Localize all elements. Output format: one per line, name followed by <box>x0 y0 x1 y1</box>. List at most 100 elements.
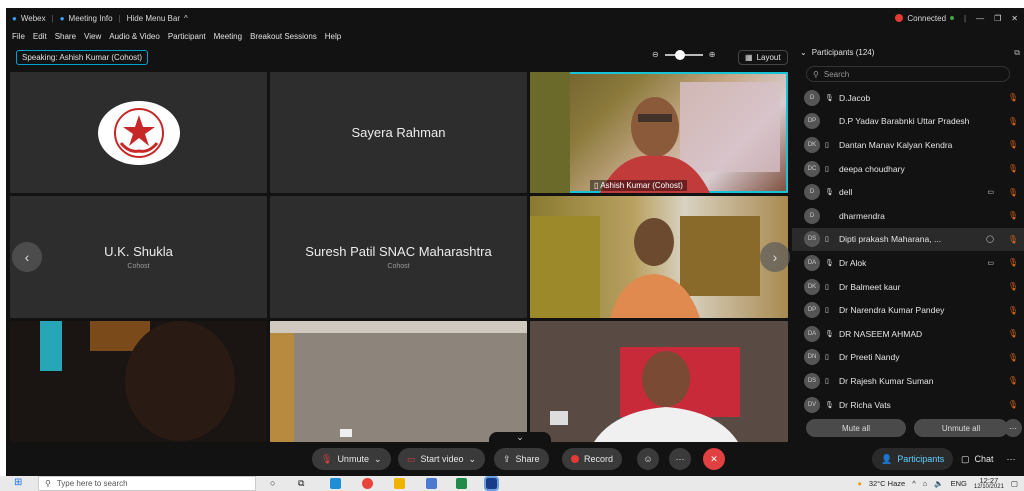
menu-meeting[interactable]: Meeting <box>214 32 242 41</box>
store-icon[interactable] <box>426 478 437 489</box>
chrome-icon[interactable] <box>362 478 373 489</box>
unmute-button[interactable]: 🎙 Unmute ⌄ <box>312 448 391 470</box>
edge-browser-icon[interactable] <box>330 478 341 489</box>
participant-row[interactable]: DS ▯ Dr Rajesh Kumar Suman 🎙 <box>792 369 1024 393</box>
menu-view[interactable]: View <box>84 32 101 41</box>
chat-button[interactable]: ▢ Chat <box>952 448 1003 470</box>
organization-logo <box>97 100 180 165</box>
hide-menu-bar-button[interactable]: Hide Menu Bar ^ <box>127 14 188 23</box>
video-feed <box>550 347 740 442</box>
share-icon: ⇪ <box>503 453 511 464</box>
participant-search-input[interactable]: ⚲ Search <box>806 66 1010 82</box>
zoom-out-icon[interactable]: ⊖ <box>652 50 659 59</box>
zoom-control[interactable]: ⊖ ⊕ <box>652 49 716 60</box>
participant-row[interactable]: DA 🎙 Dr Alok ▭ 🎙 <box>792 251 1024 275</box>
video-tile-sayera-rahman[interactable]: Sayera Rahman <box>270 72 527 193</box>
avatar: DN <box>804 349 820 366</box>
video-tile-participant-7[interactable] <box>10 321 267 442</box>
share-button[interactable]: ⇪ Share <box>494 448 549 470</box>
webex-app-menu[interactable]: ● Webex <box>12 14 46 23</box>
weather-text[interactable]: 32°C Haze <box>869 479 905 488</box>
menu-bar: File Edit Share View Audio & Video Parti… <box>6 28 1024 44</box>
menu-edit[interactable]: Edit <box>33 32 47 41</box>
clock[interactable]: 12:27 12/10/2021 <box>974 476 1004 491</box>
reactions-button[interactable]: ☺ <box>637 448 659 470</box>
participant-row[interactable]: DK ▯ Dr Balmeet kaur 🎙 <box>792 275 1024 299</box>
panel-more-button[interactable]: ⋯ <box>1000 448 1022 470</box>
video-tile-uk-shukla[interactable]: U.K. Shukla Cohost <box>10 196 267 318</box>
minimize-button[interactable]: — <box>976 14 984 23</box>
video-tile-participant-6[interactable] <box>530 196 788 318</box>
participants-button[interactable]: 👤 Participants <box>872 448 954 470</box>
participant-row[interactable]: DK ▯ Dantan Manav Kalyan Kendra 🎙 <box>792 133 1024 157</box>
participant-row[interactable]: DA 🎙 DR NASEEM AHMAD 🎙 <box>792 322 1024 346</box>
video-tile-suresh-patil[interactable]: Suresh Patil SNAC Maharashtra Cohost <box>270 196 527 318</box>
menu-file[interactable]: File <box>12 32 25 41</box>
volume-icon[interactable]: 🔈 <box>934 479 943 488</box>
connection-status[interactable]: Connected <box>895 14 955 23</box>
participant-name: Suresh Patil SNAC Maharashtra <box>305 244 492 259</box>
participants-header[interactable]: ⌄ Participants (124) <box>800 48 874 57</box>
video-tile-participant-8[interactable] <box>270 321 527 442</box>
menu-help[interactable]: Help <box>325 32 341 41</box>
webex-taskbar-icon[interactable] <box>484 476 499 491</box>
video-tile-ashish-kumar[interactable]: ▯ Ashish Kumar (Cohost) <box>530 72 788 193</box>
taskbar-search-input[interactable]: ⚲ Type here to search <box>38 476 256 491</box>
record-button[interactable]: Record <box>562 448 623 470</box>
video-feed <box>530 216 760 318</box>
participant-role: Cohost <box>387 263 410 270</box>
menu-breakout-sessions[interactable]: Breakout Sessions <box>250 32 317 41</box>
menu-participant[interactable]: Participant <box>168 32 206 41</box>
cortana-icon[interactable]: ○ <box>270 478 281 489</box>
file-explorer-icon[interactable] <box>394 478 405 489</box>
next-page-button[interactable]: › <box>760 242 790 272</box>
more-button[interactable]: ⋯ <box>669 448 691 470</box>
popout-icon[interactable]: ⧉ <box>1014 48 1020 58</box>
menu-audio-video[interactable]: Audio & Video <box>109 32 160 41</box>
zoom-slider[interactable] <box>664 49 703 60</box>
excel-icon[interactable] <box>456 478 467 489</box>
maximize-button[interactable]: ❐ <box>994 14 1001 23</box>
task-view-icon[interactable]: ⧉ <box>298 478 309 489</box>
audio-muted-icon: 🎙 <box>1007 164 1018 174</box>
meeting-controls: 🎙 Unmute ⌄ ▭ Start video ⌄ ⇪ Share Recor… <box>6 442 1024 476</box>
participant-row[interactable]: Ddharmendra 🎙 <box>792 204 1024 228</box>
tray-chevron-icon[interactable]: ^ <box>912 479 916 488</box>
close-window-button[interactable]: ✕ <box>1011 14 1018 23</box>
participant-row[interactable]: DC ▯ deepa choudhary 🎙 <box>792 157 1024 181</box>
participant-row[interactable]: DN ▯ Dr Preeti Nandy 🎙 <box>792 346 1024 370</box>
notifications-icon[interactable]: ▢ <box>1011 479 1018 488</box>
participant-row[interactable]: DS ▯ Dipti prakash Maharana, ... ◯ 🎙 <box>792 227 1024 252</box>
audio-muted-icon: 🎙 <box>1007 329 1018 339</box>
unmute-all-button[interactable]: Unmute all <box>914 419 1008 437</box>
more-options-button[interactable]: ⋯ <box>1004 419 1022 437</box>
participant-row[interactable]: D 🎙 dell ▭ 🎙 <box>792 180 1024 204</box>
mic-status-icon: ▯ <box>825 307 829 315</box>
video-tile-logo[interactable] <box>10 72 267 193</box>
mic-status-icon: 🎙 <box>825 330 834 338</box>
meeting-info-button[interactable]: ● Meeting Info <box>60 14 113 23</box>
start-video-button[interactable]: ▭ Start video ⌄ <box>398 448 486 470</box>
avatar: DP <box>804 113 820 130</box>
participant-row[interactable]: DP D.P Yadav Barabnki Uttar Pradesh 🎙 <box>792 110 1024 134</box>
speaking-indicator: Speaking: Ashish Kumar (Cohost) <box>16 50 149 65</box>
layout-button[interactable]: ▦ Layout <box>738 50 788 65</box>
previous-page-button[interactable]: ‹ <box>12 242 42 272</box>
video-feed <box>530 72 780 193</box>
zoom-in-icon[interactable]: ⊕ <box>709 50 716 59</box>
participant-row[interactable]: D 🎙 D.Jacob 🎙 <box>792 86 1024 110</box>
webex-screen: ● Webex | ● Meeting Info | Hide Menu Bar… <box>0 0 1024 491</box>
network-icon[interactable]: ⌂ <box>923 479 928 488</box>
avatar: DC <box>804 160 820 177</box>
menu-share[interactable]: Share <box>55 32 76 41</box>
video-tile-participant-9[interactable] <box>530 321 788 442</box>
zoom-slider-knob[interactable] <box>674 49 685 60</box>
participant-row[interactable]: DP ▯ Dr Narendra Kumar Pandey 🎙 <box>792 298 1024 322</box>
audio-muted-icon: 🎙 <box>1007 234 1018 244</box>
participant-name: Sayera Rahman <box>351 125 446 140</box>
participant-row[interactable]: DV 🎙 Dr Richa Vats 🎙 <box>792 393 1024 417</box>
mute-all-button[interactable]: Mute all <box>806 419 906 437</box>
language-indicator[interactable]: ENG <box>951 479 967 488</box>
leave-meeting-button[interactable]: ✕ <box>703 448 725 470</box>
windows-start-icon[interactable]: ⊞ <box>14 477 22 488</box>
